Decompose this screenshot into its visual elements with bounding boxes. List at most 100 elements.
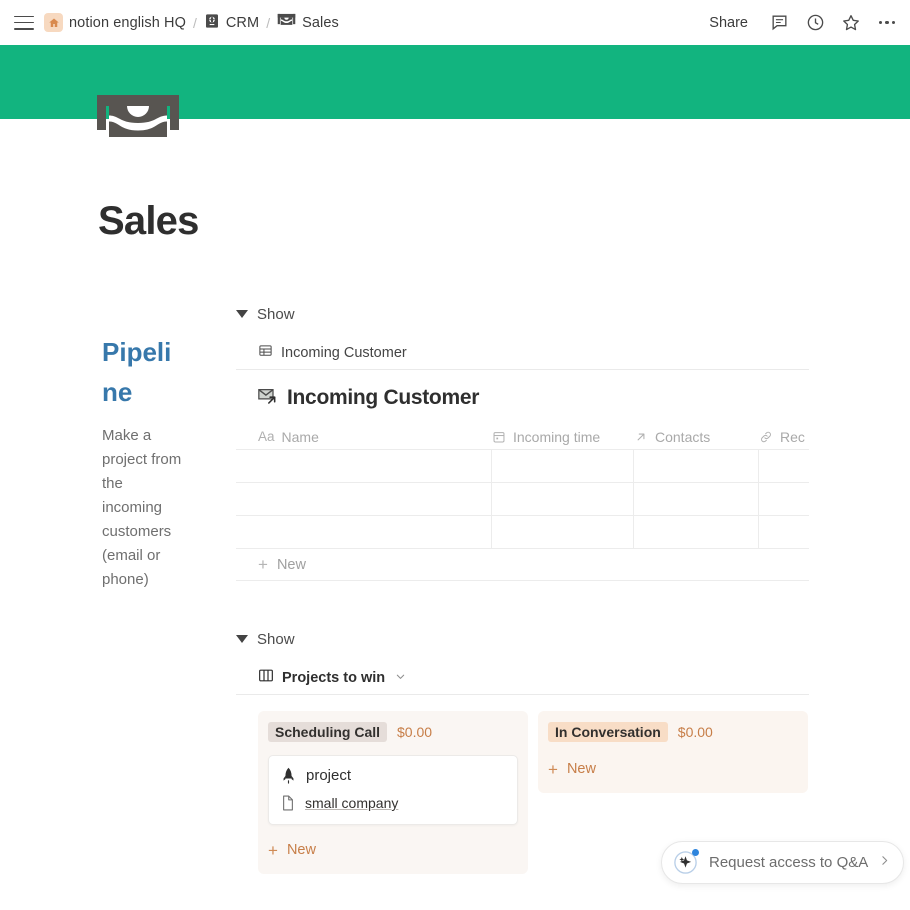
kanban-column-header: In Conversation $0.00 bbox=[548, 720, 798, 744]
outgoing-mail-icon bbox=[258, 387, 278, 409]
hamburger-icon[interactable] bbox=[14, 15, 34, 30]
left-column: Pipeline Make a project from the incomin… bbox=[102, 332, 186, 592]
status-badge[interactable]: Scheduling Call bbox=[268, 722, 388, 742]
breadcrumb: notion english HQ / CRM / Sales bbox=[44, 13, 339, 33]
kanban-column-header: Scheduling Call $0.00 bbox=[268, 720, 518, 744]
table-cell[interactable] bbox=[634, 483, 759, 516]
more-options-icon[interactable] bbox=[876, 12, 898, 34]
view-tabs-2: Projects to win bbox=[236, 661, 809, 695]
toggle-show-1-label: Show bbox=[257, 305, 295, 323]
tab-incoming-customer-label: Incoming Customer bbox=[281, 344, 407, 361]
tab-incoming-customer[interactable]: Incoming Customer bbox=[258, 336, 407, 370]
breadcrumb-separator: / bbox=[192, 14, 197, 31]
triangle-down-icon bbox=[236, 310, 248, 318]
home-icon bbox=[44, 13, 63, 32]
kanban-card-title-row: project bbox=[281, 767, 505, 784]
table-column-header[interactable]: Incoming time bbox=[492, 429, 634, 445]
table-cell[interactable] bbox=[258, 483, 492, 516]
money-icon bbox=[277, 13, 296, 32]
table-cell[interactable] bbox=[634, 450, 759, 483]
board-icon bbox=[258, 668, 274, 688]
chevron-down-icon[interactable] bbox=[395, 669, 406, 687]
sparkle-icon bbox=[672, 849, 699, 876]
table-cell[interactable] bbox=[759, 483, 809, 516]
share-button[interactable]: Share bbox=[703, 12, 754, 34]
calendar-icon bbox=[492, 430, 506, 444]
tab-projects-to-win-label: Projects to win bbox=[282, 669, 386, 686]
section-projects-to-win: Show Projects to win Scheduling Call $0.… bbox=[236, 625, 809, 874]
plus-icon: + bbox=[258, 555, 268, 574]
page-money-icon[interactable] bbox=[97, 95, 179, 141]
table-cell[interactable] bbox=[492, 450, 634, 483]
section-incoming-customer: Show Incoming Customer Incoming Customer… bbox=[236, 300, 809, 581]
kanban-card[interactable]: project small company bbox=[268, 755, 518, 825]
breadcrumb-label-workspace: notion english HQ bbox=[69, 14, 186, 31]
kanban-card-title: project bbox=[306, 767, 352, 784]
kanban-new-card-label: New bbox=[286, 842, 316, 858]
top-bar: notion english HQ / CRM / Sales Share bbox=[0, 0, 910, 45]
table-incoming-customer: Aa Name Incoming time Contacts Rec + New bbox=[236, 424, 809, 581]
toggle-show-2-label: Show bbox=[257, 630, 295, 648]
kanban-new-card-button[interactable]: + New bbox=[268, 836, 518, 864]
link-icon bbox=[759, 430, 773, 444]
tab-projects-to-win[interactable]: Projects to win bbox=[258, 661, 406, 695]
table-cell[interactable] bbox=[492, 483, 634, 516]
page-icon bbox=[281, 795, 295, 811]
breadcrumb-item-crm[interactable]: CRM bbox=[204, 13, 259, 33]
toggle-show-2[interactable]: Show bbox=[236, 625, 809, 653]
triangle-down-icon-2 bbox=[236, 635, 248, 643]
table-cell[interactable] bbox=[759, 516, 809, 549]
table-column-label: Name bbox=[281, 428, 319, 445]
blue-dot-badge bbox=[692, 849, 699, 856]
breadcrumb-separator-2: / bbox=[266, 14, 271, 31]
page-title: Sales bbox=[98, 199, 199, 243]
breadcrumb-label-crm: CRM bbox=[225, 14, 260, 31]
kanban-column-sum: $0.00 bbox=[397, 724, 433, 740]
kanban-new-card-label: New bbox=[566, 761, 596, 777]
table-column-label: Incoming time bbox=[513, 428, 601, 445]
kanban-new-card-button[interactable]: + New bbox=[548, 755, 798, 783]
rocket-icon bbox=[281, 767, 296, 784]
pipeline-link[interactable]: Pipeline bbox=[102, 332, 186, 412]
top-bar-actions: Share bbox=[703, 0, 898, 45]
clock-icon[interactable] bbox=[804, 12, 826, 34]
passport-icon bbox=[204, 13, 220, 33]
toggle-show-1[interactable]: Show bbox=[236, 300, 809, 328]
table-column-label: Rec bbox=[780, 428, 805, 445]
request-access-qa-label: Request access to Q&A bbox=[709, 854, 869, 871]
table-new-label: New bbox=[276, 556, 306, 573]
table-icon bbox=[258, 343, 273, 363]
table-cell[interactable] bbox=[759, 450, 809, 483]
table-cell[interactable] bbox=[258, 516, 492, 549]
kanban-column: Scheduling Call $0.00 project small company… bbox=[258, 711, 528, 874]
star-icon[interactable] bbox=[840, 12, 862, 34]
table-column-header[interactable]: Aa Name bbox=[258, 429, 492, 445]
table-column-header[interactable]: Rec bbox=[759, 429, 809, 445]
table-new-row[interactable]: + New bbox=[236, 549, 809, 581]
table-column-label: Contacts bbox=[655, 428, 711, 445]
database-title-1: Incoming Customer bbox=[287, 386, 480, 409]
table-header-row: Aa Name Incoming time Contacts Rec bbox=[236, 424, 809, 449]
comment-icon[interactable] bbox=[768, 12, 790, 34]
table-row[interactable] bbox=[236, 516, 809, 549]
breadcrumb-item-sales[interactable]: Sales bbox=[277, 13, 339, 32]
breadcrumb-label-sales: Sales bbox=[302, 14, 339, 31]
status-badge[interactable]: In Conversation bbox=[548, 722, 668, 742]
table-cell[interactable] bbox=[492, 516, 634, 549]
table-row[interactable] bbox=[236, 483, 809, 516]
table-column-header[interactable]: Contacts bbox=[634, 429, 759, 445]
request-access-qa-button[interactable]: Request access to Q&A bbox=[661, 841, 905, 884]
table-cell[interactable] bbox=[634, 516, 759, 549]
main-content: Show Incoming Customer Incoming Customer… bbox=[236, 300, 809, 874]
left-column-description: Make a project from the incoming custome… bbox=[102, 427, 182, 588]
kanban-card-relation-row: small company bbox=[281, 795, 505, 811]
table-body bbox=[236, 449, 809, 549]
table-row[interactable] bbox=[236, 450, 809, 483]
table-cell[interactable] bbox=[258, 450, 492, 483]
breadcrumb-item-workspace[interactable]: notion english HQ bbox=[44, 13, 186, 32]
kanban-card-relation[interactable]: small company bbox=[305, 795, 398, 811]
chevron-right-icon bbox=[878, 854, 891, 872]
kanban-column-sum: $0.00 bbox=[677, 724, 713, 740]
notion-page: notion english HQ / CRM / Sales Share Sa… bbox=[0, 0, 910, 910]
view-tabs-1: Incoming Customer bbox=[236, 336, 809, 370]
